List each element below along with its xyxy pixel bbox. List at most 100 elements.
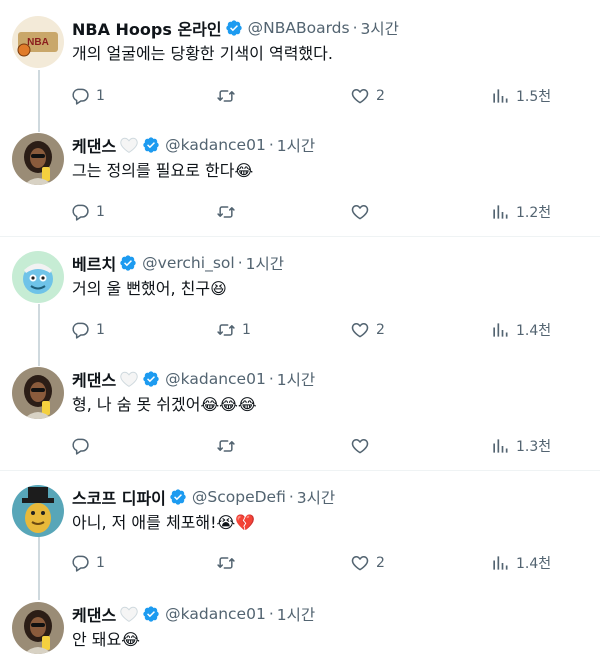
reply-button[interactable]: 1 <box>70 319 105 341</box>
tweet-text: 안 돼요😂 <box>72 629 140 651</box>
tweet-text: 형, 나 숨 못 쉬겠어😂😂😂 <box>72 394 257 416</box>
reply-button[interactable] <box>70 435 96 457</box>
views-icon <box>493 205 508 219</box>
timestamp[interactable]: 1시간 <box>277 134 315 156</box>
author-name[interactable]: NBA Hoops 온라인 <box>72 16 222 40</box>
separator-dot: · <box>268 605 274 623</box>
tweet-text: 거의 울 뻔했어, 친구😆 <box>72 278 227 300</box>
retweet-button[interactable] <box>216 552 242 574</box>
views-icon <box>493 556 508 570</box>
like-count: 2 <box>376 555 385 571</box>
author-handle[interactable]: @verchi_sol <box>142 254 235 272</box>
reply-icon <box>72 322 89 339</box>
action-bar: 1 1.2천 <box>70 201 560 223</box>
verified-icon <box>225 19 243 37</box>
timestamp[interactable]: 1시간 <box>246 252 284 274</box>
tweet[interactable]: 케댄스 @kadance01 · 1시간 안 돼요😂 <box>0 602 600 664</box>
separator-dot: · <box>288 488 294 506</box>
retweet-button[interactable] <box>216 85 242 107</box>
tweet-text: 개의 얼굴에는 당황한 기색이 역력했다. <box>72 43 333 65</box>
author-handle[interactable]: @ScopeDefi <box>192 488 286 506</box>
selfie-avatar[interactable] <box>12 602 64 654</box>
tweet-text-content: 형, 나 숨 못 쉬겠어 <box>72 395 201 414</box>
like-count: 2 <box>376 88 385 104</box>
action-bar: 1 2 1.5천 <box>70 85 560 107</box>
timestamp[interactable]: 3시간 <box>361 17 399 39</box>
reply-icon <box>72 88 89 105</box>
tweet-text-content: 그는 정의를 필요로 한다 <box>72 161 235 180</box>
like-button[interactable] <box>350 201 376 223</box>
views-button[interactable]: 1.5천 <box>490 85 551 107</box>
like-button[interactable]: 2 <box>350 319 385 341</box>
blue-cartoon-avatar[interactable] <box>12 251 64 303</box>
tweet[interactable]: 케댄스 @kadance01 · 1시간 형, 나 숨 못 쉬겠어😂😂😂 1.3… <box>0 367 600 467</box>
author-handle[interactable]: @kadance01 <box>165 605 266 623</box>
author-handle[interactable]: @kadance01 <box>165 136 266 154</box>
conversation-feed: NBA NBA Hoops 온라인 @NBABoards · 3시간 개의 얼굴… <box>0 0 600 664</box>
reply-icon <box>72 438 89 455</box>
views-icon <box>493 439 508 453</box>
retweet-icon <box>217 206 235 218</box>
reply-icon <box>72 555 89 572</box>
reply-button[interactable]: 1 <box>70 552 105 574</box>
separator-dot: · <box>268 136 274 154</box>
selfie-avatar[interactable] <box>12 133 64 185</box>
verified-icon <box>142 136 160 154</box>
tweet-text-content: 아니, 저 애를 체포해! <box>72 513 217 532</box>
views-button[interactable]: 1.4천 <box>490 552 551 574</box>
like-button[interactable]: 2 <box>350 85 385 107</box>
verified-icon <box>142 605 160 623</box>
author-name[interactable]: 케댄스 <box>72 367 116 391</box>
tweet[interactable]: 스코프 디파이 @ScopeDefi · 3시간 아니, 저 애를 체포해!😭💔… <box>0 485 600 585</box>
author-name[interactable]: 스코프 디파이 <box>72 485 166 509</box>
tweet-text: 그는 정의를 필요로 한다😂 <box>72 160 253 182</box>
hat-character-avatar[interactable] <box>12 485 64 537</box>
heart-icon <box>351 89 369 104</box>
author-name[interactable]: 케댄스 <box>72 602 116 626</box>
tweet-text-content: 안 돼요 <box>72 630 122 649</box>
tweet[interactable]: 케댄스 @kadance01 · 1시간 그는 정의를 필요로 한다😂 1 1.… <box>0 133 600 233</box>
views-button[interactable]: 1.4천 <box>490 319 551 341</box>
author-handle[interactable]: @NBABoards <box>248 19 350 37</box>
action-bar: 1.3천 <box>70 435 560 457</box>
views-button[interactable]: 1.3천 <box>490 435 551 457</box>
separator-dot: · <box>237 254 243 272</box>
white-heart-icon <box>119 605 139 623</box>
like-count: 2 <box>376 322 385 338</box>
view-count: 1.5천 <box>516 89 552 105</box>
views-icon <box>493 323 508 337</box>
reply-button[interactable]: 1 <box>70 85 105 107</box>
author-handle[interactable]: @kadance01 <box>165 370 266 388</box>
tweet-text-content: 개의 얼굴에는 당황한 기색이 역력했다. <box>72 44 333 63</box>
author-name[interactable]: 베르치 <box>72 251 116 275</box>
retweet-button[interactable] <box>216 201 242 223</box>
timestamp[interactable]: 1시간 <box>277 603 315 625</box>
view-count: 1.4천 <box>516 323 552 339</box>
tweet-emoji: 😂 <box>234 161 254 180</box>
white-heart-icon <box>119 370 139 388</box>
action-bar: 1 1 2 1.4천 <box>70 319 560 341</box>
timestamp[interactable]: 1시간 <box>277 368 315 390</box>
selfie-avatar[interactable] <box>12 367 64 419</box>
like-button[interactable] <box>350 435 376 457</box>
author-name[interactable]: 케댄스 <box>72 133 116 157</box>
conversation-divider <box>0 236 600 237</box>
reply-button[interactable]: 1 <box>70 201 105 223</box>
tweet-emoji: 😂 <box>121 630 140 649</box>
white-heart-icon <box>119 136 139 154</box>
retweet-icon <box>217 90 235 102</box>
like-button[interactable]: 2 <box>350 552 385 574</box>
timestamp[interactable]: 3시간 <box>297 486 335 508</box>
retweet-button[interactable] <box>216 435 242 457</box>
verified-icon <box>142 370 160 388</box>
views-button[interactable]: 1.2천 <box>490 201 551 223</box>
tweet-text-content: 거의 울 뻔했어, 친구 <box>72 279 211 298</box>
tweet[interactable]: NBA NBA Hoops 온라인 @NBABoards · 3시간 개의 얼굴… <box>0 16 600 116</box>
tweet[interactable]: 베르치 @verchi_sol · 1시간 거의 울 뻔했어, 친구😆 1 1 … <box>0 251 600 351</box>
retweet-button[interactable]: 1 <box>216 319 251 341</box>
nba-logo-avatar[interactable]: NBA <box>12 16 64 68</box>
views-icon <box>493 89 508 103</box>
view-count: 1.3천 <box>516 439 552 455</box>
reply-count: 1 <box>96 204 105 220</box>
reply-count: 1 <box>96 88 105 104</box>
